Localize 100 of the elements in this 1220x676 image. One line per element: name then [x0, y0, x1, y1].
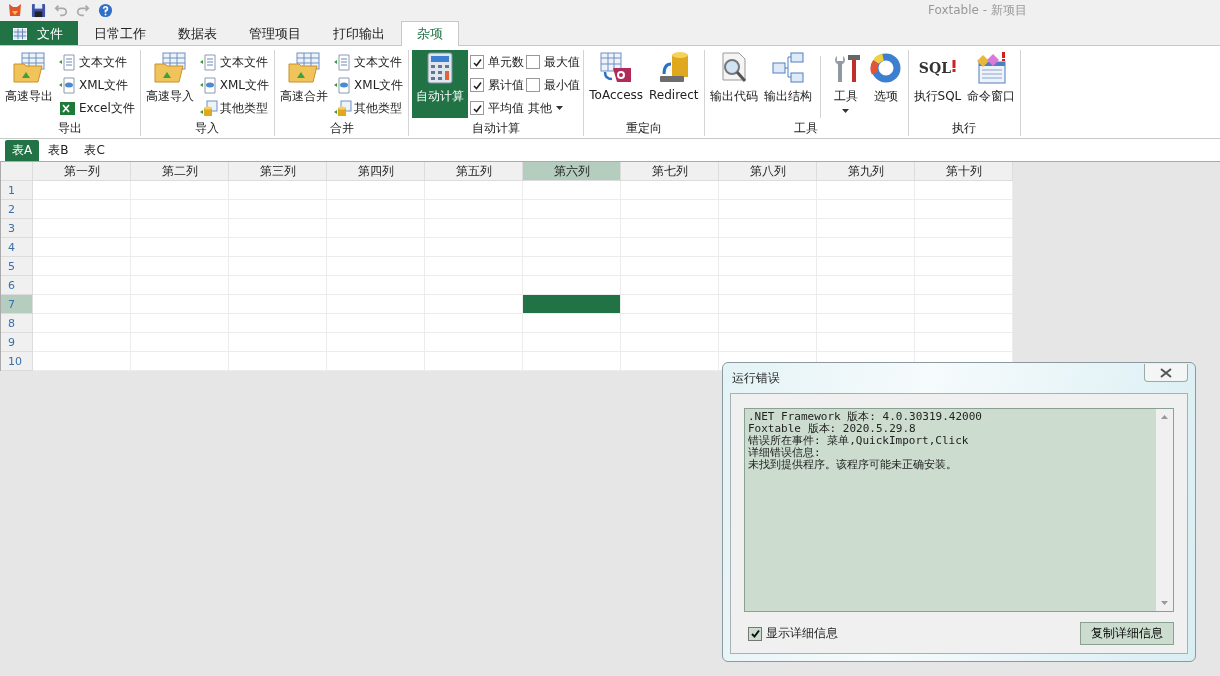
column-header[interactable]: 第二列: [131, 162, 229, 181]
table-cell[interactable]: [425, 181, 523, 200]
row-header[interactable]: 6: [1, 276, 33, 295]
table-cell[interactable]: [425, 314, 523, 333]
table-cell[interactable]: [915, 333, 1013, 352]
table-cell[interactable]: [229, 352, 327, 371]
table-cell[interactable]: [229, 181, 327, 200]
row-header[interactable]: 4: [1, 238, 33, 257]
table-cell[interactable]: [33, 295, 131, 314]
ribbon-button[interactable]: SQL 执行SQL: [911, 50, 964, 118]
table-cell[interactable]: [425, 352, 523, 371]
ribbon-button[interactable]: 输出结构: [761, 50, 814, 118]
save-icon[interactable]: [31, 2, 46, 18]
row-header[interactable]: 10: [1, 352, 33, 371]
ribbon-button[interactable]: ToAccess: [587, 50, 646, 118]
undo-icon[interactable]: [54, 3, 68, 17]
scroll-down-icon[interactable]: [1161, 601, 1168, 605]
column-header[interactable]: 第六列: [523, 162, 621, 181]
app-logo-icon[interactable]: [7, 2, 23, 18]
ribbon-button[interactable]: 高速导入: [143, 50, 196, 118]
table-cell[interactable]: [915, 181, 1013, 200]
sheet-tab[interactable]: 表C: [77, 140, 112, 161]
row-header[interactable]: 9: [1, 333, 33, 352]
table-cell[interactable]: [915, 295, 1013, 314]
checkbox[interactable]: [470, 101, 485, 115]
table-cell[interactable]: [33, 219, 131, 238]
column-header[interactable]: 第八列: [719, 162, 817, 181]
table-cell[interactable]: [523, 314, 621, 333]
table-cell[interactable]: [523, 181, 621, 200]
table-cell[interactable]: [621, 276, 719, 295]
table-cell[interactable]: [915, 276, 1013, 295]
checkbox[interactable]: [526, 78, 541, 92]
ribbon-button[interactable]: 工具: [826, 50, 865, 118]
column-header[interactable]: 第四列: [327, 162, 425, 181]
ribbon-button[interactable]: XML文件: [57, 75, 137, 95]
table-cell[interactable]: [621, 314, 719, 333]
close-button[interactable]: [1144, 364, 1188, 382]
column-header[interactable]: 第十列: [915, 162, 1013, 181]
ribbon-tab[interactable]: 日常工作: [78, 21, 162, 45]
row-header[interactable]: 2: [1, 200, 33, 219]
scroll-up-icon[interactable]: [1161, 415, 1168, 419]
ribbon-button[interactable]: 高速合并: [278, 50, 331, 118]
checkbox[interactable]: [526, 55, 541, 69]
row-header[interactable]: 3: [1, 219, 33, 238]
table-cell[interactable]: [33, 352, 131, 371]
ribbon-button[interactable]: Excel文件: [57, 98, 137, 118]
ribbon-button[interactable]: 其他类型: [197, 98, 272, 118]
file-tab[interactable]: 文件: [0, 21, 78, 45]
column-header[interactable]: 第一列: [33, 162, 131, 181]
ribbon-button[interactable]: 高速导出: [3, 50, 55, 118]
table-cell[interactable]: [425, 276, 523, 295]
checkbox[interactable]: [470, 55, 485, 69]
column-header[interactable]: 第三列: [229, 162, 327, 181]
ribbon-button[interactable]: 命令窗口: [965, 50, 1018, 118]
table-cell[interactable]: [33, 314, 131, 333]
table-cell[interactable]: [915, 200, 1013, 219]
row-header[interactable]: 1: [1, 181, 33, 200]
table-cell[interactable]: [621, 295, 719, 314]
table-cell[interactable]: [327, 352, 425, 371]
ribbon-tab[interactable]: 数据表: [162, 21, 233, 45]
table-cell[interactable]: [817, 181, 915, 200]
column-header[interactable]: 第五列: [425, 162, 523, 181]
table-cell[interactable]: [523, 352, 621, 371]
table-cell[interactable]: [131, 181, 229, 200]
table-cell[interactable]: [915, 238, 1013, 257]
ribbon-button[interactable]: 输出代码: [707, 50, 760, 118]
help-icon[interactable]: [98, 2, 113, 18]
table-cell[interactable]: [915, 314, 1013, 333]
column-header[interactable]: 第九列: [817, 162, 915, 181]
ribbon-button[interactable]: 自动计算: [412, 50, 469, 118]
current-cell[interactable]: [523, 295, 621, 314]
ribbon-button[interactable]: XML文件: [197, 75, 272, 95]
ribbon-tab[interactable]: 管理项目: [233, 21, 317, 45]
column-header[interactable]: 第七列: [621, 162, 719, 181]
table-cell[interactable]: [33, 238, 131, 257]
details-text-area[interactable]: .NET Framework 版本: 4.0.30319.42000 Foxtable 版本: 2020.5.29.8 错误所在事件: 菜单,QuickImport,Click 详细错误信息: 未找到提供程序。该程序可能未正确安装。: [744, 408, 1174, 612]
table-cell[interactable]: [915, 219, 1013, 238]
ribbon-tab[interactable]: 打印输出: [317, 21, 401, 45]
table-cell[interactable]: [327, 181, 425, 200]
row-header[interactable]: 5: [1, 257, 33, 276]
ribbon-button[interactable]: 文本文件: [197, 52, 272, 72]
sheet-tab[interactable]: 表A: [5, 140, 40, 161]
table-cell[interactable]: [33, 200, 131, 219]
ribbon-tab[interactable]: 杂项: [401, 21, 459, 46]
row-header[interactable]: 8: [1, 314, 33, 333]
ribbon-button[interactable]: XML文件: [332, 75, 406, 95]
table-cell[interactable]: [33, 276, 131, 295]
checkbox[interactable]: [470, 78, 485, 92]
copy-details-button[interactable]: 复制详细信息: [1080, 622, 1174, 645]
ribbon-button[interactable]: 文本文件: [57, 52, 137, 72]
sheet-tab[interactable]: 表B: [41, 140, 76, 161]
ribbon-button[interactable]: Redirect: [647, 50, 701, 118]
scrollbar[interactable]: [1156, 409, 1173, 611]
ribbon-button[interactable]: 文本文件: [332, 52, 406, 72]
checkbox[interactable]: [748, 626, 762, 641]
table-cell[interactable]: [915, 257, 1013, 276]
ribbon-button[interactable]: 选项: [866, 50, 905, 118]
table-cell[interactable]: [33, 181, 131, 200]
table-cell[interactable]: [719, 181, 817, 200]
redo-icon[interactable]: [76, 3, 90, 17]
